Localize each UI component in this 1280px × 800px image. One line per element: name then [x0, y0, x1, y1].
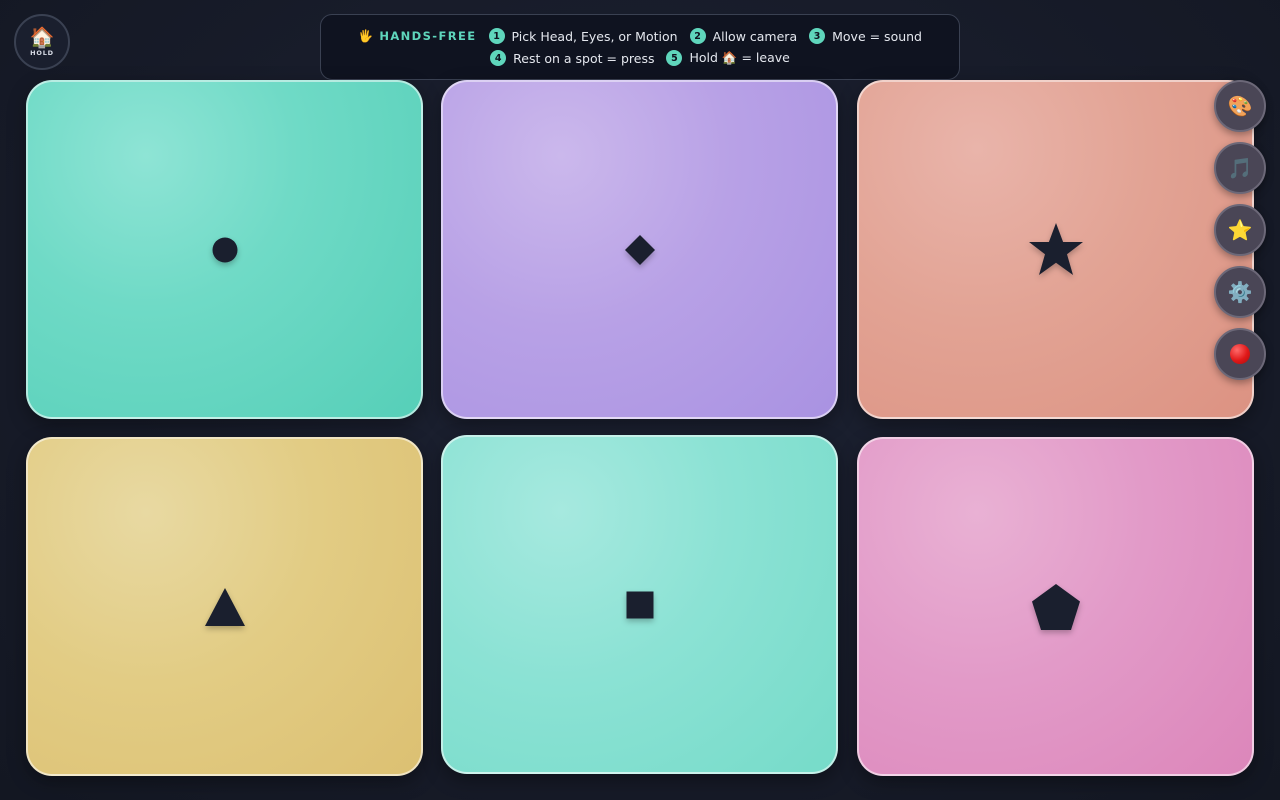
house-icon: 🏠 [721, 50, 738, 65]
step-text: Move = sound [832, 28, 922, 44]
house-icon: 🏠 [29, 25, 55, 49]
hands-free-label: HANDS-FREE [379, 29, 477, 43]
sound-pad-circle[interactable] [26, 80, 423, 419]
step-number-badge: 1 [488, 28, 505, 44]
hand-icon: 🖐 [357, 29, 375, 43]
instructions-row-1: 🖐 HANDS-FREE 1 Pick Head, Eyes, or Motio… [358, 28, 922, 44]
step-text-after: = leave [741, 50, 790, 65]
music-note-icon: 🎵 [1227, 156, 1253, 180]
step-text: Hold 🏠 = leave [689, 50, 789, 66]
sound-pad-diamond[interactable] [441, 80, 838, 419]
pentagon-icon [1031, 583, 1080, 630]
sound-pad-square[interactable] [441, 435, 838, 774]
sound-pad-pentagon[interactable] [857, 437, 1254, 776]
record-icon [1230, 344, 1250, 364]
palette-icon: 🎨 [1227, 94, 1253, 118]
step-text: Allow camera [712, 28, 798, 44]
home-hold-label: HOLD [30, 49, 54, 57]
settings-button[interactable]: ⚙️ [1214, 266, 1266, 318]
step-text-before: Hold [689, 50, 718, 65]
gear-icon: ⚙️ [1227, 280, 1253, 304]
star-icon [1028, 222, 1083, 275]
step-2: 2 Allow camera [689, 28, 798, 44]
instructions-row-2: 4 Rest on a spot = press 5 Hold 🏠 = leav… [490, 50, 790, 66]
step-number-badge: 4 [490, 50, 507, 66]
step-4: 4 Rest on a spot = press [490, 50, 654, 66]
star-icon: ⭐ [1227, 218, 1253, 242]
sound-pad-triangle[interactable] [26, 437, 423, 776]
home-hold-button[interactable]: 🏠 HOLD [14, 14, 70, 70]
step-number-badge: 3 [809, 28, 826, 44]
step-number-badge: 5 [666, 50, 683, 66]
circle-icon [212, 237, 237, 262]
record-button[interactable] [1214, 328, 1266, 380]
step-number-badge: 2 [689, 28, 706, 44]
sound-pad-star[interactable] [857, 80, 1254, 419]
music-button[interactable]: 🎵 [1214, 142, 1266, 194]
square-icon [626, 591, 653, 618]
hands-free-instructions: 🖐 HANDS-FREE 1 Pick Head, Eyes, or Motio… [320, 14, 960, 80]
palette-button[interactable]: 🎨 [1214, 80, 1266, 132]
triangle-icon [204, 587, 245, 626]
step-3: 3 Move = sound [809, 28, 922, 44]
step-1: 1 Pick Head, Eyes, or Motion [488, 28, 678, 44]
step-5: 5 Hold 🏠 = leave [666, 50, 790, 66]
step-text: Pick Head, Eyes, or Motion [511, 28, 678, 44]
step-text: Rest on a spot = press [513, 50, 655, 66]
hands-free-title: 🖐 HANDS-FREE [358, 29, 477, 43]
favorites-button[interactable]: ⭐ [1214, 204, 1266, 256]
diamond-icon [624, 234, 655, 265]
